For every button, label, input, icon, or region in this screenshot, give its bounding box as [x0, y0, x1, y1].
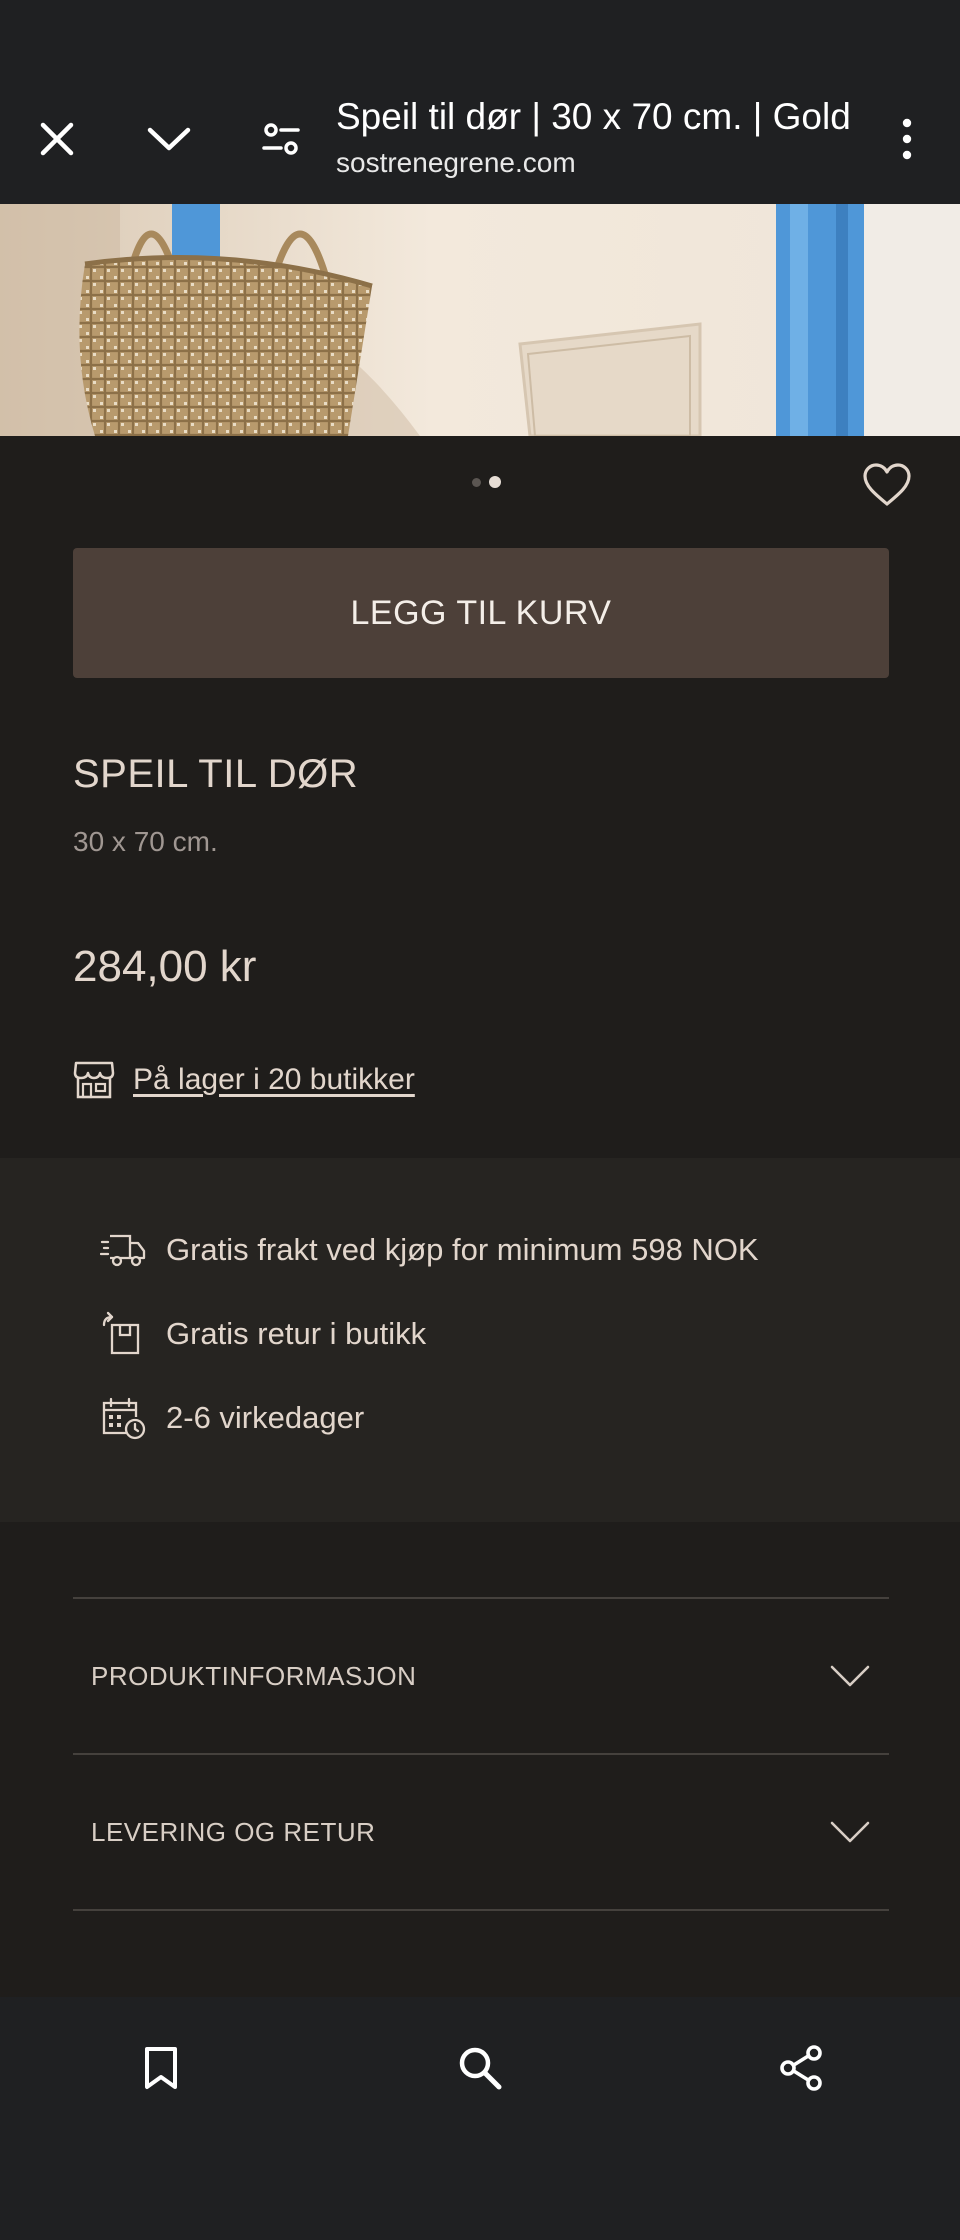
heart-icon	[863, 463, 911, 506]
benefit-text: Gratis retur i butikk	[166, 1316, 427, 1351]
benefits-panel: Gratis frakt ved kjøp for minimum 598 NO…	[0, 1158, 960, 1522]
store-stock[interactable]: På lager i 20 butikker	[73, 1054, 415, 1106]
accordion-label: PRODUKTINFORMASJON	[91, 1660, 417, 1691]
more-vert-icon	[902, 118, 912, 160]
chevron-down-icon	[830, 1821, 870, 1843]
collapse-button[interactable]	[134, 104, 204, 174]
status-bar	[0, 0, 960, 72]
benefit-text: 2-6 virkedager	[166, 1400, 365, 1435]
share-button[interactable]	[766, 2033, 836, 2103]
search-button[interactable]	[445, 2033, 515, 2103]
product-size: 30 x 70 cm.	[73, 826, 218, 857]
benefit-text: Gratis frakt ved kjøp for minimum 598 NO…	[166, 1232, 759, 1267]
add-to-cart-button[interactable]: LEGG TIL KURV	[73, 548, 889, 678]
browser-toolbar: Speil til dør | 30 x 70 cm. | Gold sostr…	[0, 72, 960, 204]
page-settings-button[interactable]	[246, 104, 316, 174]
product-photo	[0, 204, 960, 436]
benefit-delivery-time: 2-6 virkedager	[100, 1392, 364, 1444]
page-title[interactable]: Speil til dør | 30 x 70 cm. | Gold	[336, 96, 856, 138]
carousel-dot-active[interactable]	[489, 476, 501, 488]
stock-link[interactable]: På lager i 20 butikker	[133, 1063, 415, 1097]
bookmark-button[interactable]	[126, 2033, 196, 2103]
accordion-label: LEVERING OG RETUR	[91, 1816, 376, 1847]
divider	[73, 1909, 889, 1911]
chevron-down-icon	[830, 1665, 870, 1687]
page-url[interactable]: sostrenegrene.com	[336, 147, 576, 179]
close-button[interactable]	[22, 104, 92, 174]
benefit-free-return: Gratis retur i butikk	[100, 1308, 426, 1360]
search-icon	[459, 2047, 502, 2090]
calendar-clock-icon	[102, 1397, 146, 1440]
product-name: SPEIL TIL DØR	[73, 752, 359, 796]
accordion-product-info[interactable]: PRODUKTINFORMASJON	[73, 1599, 889, 1753]
product-image[interactable]	[0, 204, 960, 436]
favorite-button[interactable]	[856, 454, 918, 516]
carousel-dot[interactable]	[472, 478, 481, 487]
more-options-button[interactable]	[872, 104, 942, 174]
image-carousel-pager	[0, 436, 960, 546]
tune-icon	[262, 123, 300, 155]
product-price: 284,00 kr	[73, 942, 257, 991]
browser-bottom-bar	[0, 1997, 960, 2240]
bookmark-icon	[145, 2047, 177, 2089]
share-icon	[780, 2045, 822, 2091]
close-icon	[40, 122, 74, 156]
delivery-truck-icon	[100, 1234, 146, 1267]
store-icon	[73, 1061, 115, 1099]
accordion-delivery-return[interactable]: LEVERING OG RETUR	[73, 1755, 889, 1909]
benefit-free-shipping: Gratis frakt ved kjøp for minimum 598 NO…	[100, 1224, 759, 1276]
chevron-down-icon	[147, 127, 191, 151]
return-box-icon	[102, 1311, 140, 1355]
